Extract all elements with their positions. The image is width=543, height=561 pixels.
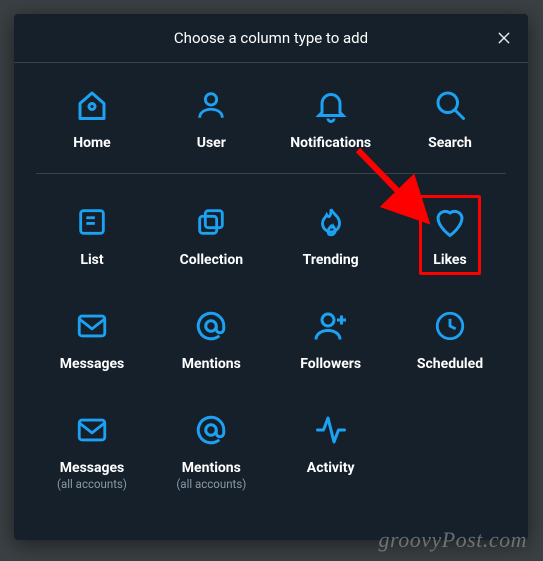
- column-option-label: Notifications: [290, 135, 371, 151]
- column-option-label: Messages: [60, 460, 124, 476]
- home-icon: [74, 87, 110, 123]
- column-option-sublabel: (all accounts): [176, 477, 246, 491]
- user-plus-icon: [313, 308, 349, 344]
- column-option-mentions[interactable]: Mentions: [155, 304, 267, 372]
- column-option-label: Activity: [307, 460, 355, 476]
- list-icon: [75, 205, 109, 239]
- column-option-home[interactable]: Home: [36, 83, 148, 151]
- column-option-search[interactable]: Search: [394, 83, 506, 151]
- column-option-label: Home: [73, 135, 110, 151]
- modal-title: Choose a column type to add: [174, 29, 368, 47]
- bell-icon: [313, 87, 349, 123]
- flame-icon: [314, 205, 348, 239]
- envelope-icon: [75, 413, 109, 447]
- column-option-messages[interactable]: Messages: [36, 304, 148, 372]
- envelope-icon: [75, 309, 109, 343]
- column-option-followers[interactable]: Followers: [275, 304, 387, 372]
- column-option-mentions-all[interactable]: Mentions (all accounts): [155, 408, 267, 491]
- highlight-annotation: Likes: [419, 195, 481, 275]
- column-option-trending[interactable]: Trending: [275, 200, 387, 268]
- empty-cell: [394, 408, 506, 491]
- watermark: groovyPost.com: [378, 527, 527, 553]
- close-icon: [496, 30, 512, 46]
- column-option-messages-all[interactable]: Messages (all accounts): [36, 408, 148, 491]
- at-icon: [193, 412, 229, 448]
- column-option-list[interactable]: List: [36, 200, 148, 268]
- column-option-label: List: [80, 252, 103, 268]
- column-option-activity[interactable]: Activity: [275, 408, 387, 491]
- column-option-label: Trending: [303, 252, 359, 268]
- modal-header: Choose a column type to add: [14, 14, 528, 63]
- column-option-label: Collection: [180, 252, 244, 268]
- column-option-scheduled[interactable]: Scheduled: [394, 304, 506, 372]
- at-icon: [193, 308, 229, 344]
- column-option-label: Followers: [300, 356, 361, 372]
- column-type-grid: Home User Notifications Search List: [14, 63, 528, 491]
- column-option-label: Search: [428, 135, 472, 151]
- column-option-sublabel: (all accounts): [57, 477, 127, 491]
- heart-icon: [432, 204, 468, 240]
- column-option-collection[interactable]: Collection: [155, 200, 267, 268]
- column-option-label: Messages: [60, 356, 124, 372]
- collection-icon: [194, 205, 228, 239]
- column-type-modal: Choose a column type to add Home User No…: [14, 14, 528, 540]
- column-option-label: Scheduled: [417, 356, 483, 372]
- column-option-user[interactable]: User: [155, 83, 267, 151]
- clock-icon: [433, 309, 467, 343]
- column-option-label: User: [197, 135, 226, 151]
- close-button[interactable]: [490, 24, 518, 52]
- column-option-label: Mentions: [182, 460, 241, 476]
- search-icon: [432, 87, 468, 123]
- column-option-label: Likes: [428, 252, 472, 268]
- column-option-label: Mentions: [182, 356, 241, 372]
- user-icon: [194, 88, 228, 122]
- activity-icon: [313, 412, 349, 448]
- column-option-likes[interactable]: Likes: [394, 200, 506, 268]
- column-option-notifications[interactable]: Notifications: [275, 83, 387, 151]
